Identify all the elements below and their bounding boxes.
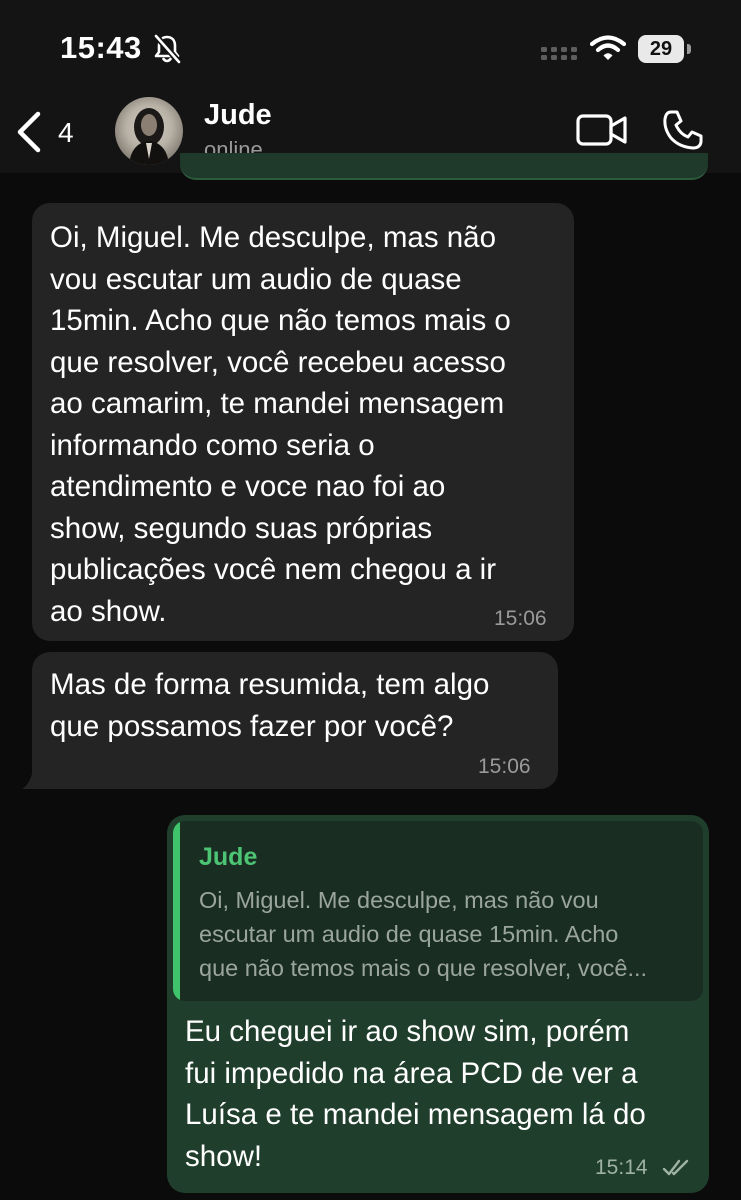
back-button[interactable]: 4 xyxy=(14,110,86,154)
battery-tip xyxy=(687,44,691,54)
message-text: Oi, Miguel. Me desculpe, mas não vou esc… xyxy=(50,221,511,628)
bell-slash-icon xyxy=(153,34,182,64)
avatar-photo xyxy=(129,108,169,165)
battery-level: 29 xyxy=(638,35,684,63)
quote-text: Oi, Miguel. Me desculpe, mas não vou esc… xyxy=(199,887,648,981)
message-time: 15:06 xyxy=(478,755,531,778)
message-text: Mas de forma resumida, tem algo que poss… xyxy=(50,668,490,743)
signal-icon xyxy=(541,47,577,60)
chat-area[interactable]: Oi, Miguel. Me desculpe, mas não vou esc… xyxy=(0,153,741,1200)
status-time: 15:43 xyxy=(60,30,142,65)
bubble-tail xyxy=(22,763,50,789)
avatar[interactable] xyxy=(115,97,183,165)
battery-icon: 29 xyxy=(638,35,692,63)
message-bubble-incoming[interactable]: Oi, Miguel. Me desculpe, mas não vou esc… xyxy=(32,203,574,641)
message-bubble-outgoing[interactable]: Jude Oi, Miguel. Me desculpe, mas não vo… xyxy=(167,815,709,1193)
unread-count: 4 xyxy=(58,117,74,148)
message-bubble-incoming[interactable]: Mas de forma resumida, tem algo que poss… xyxy=(32,652,558,789)
quote-author: Jude xyxy=(199,843,258,871)
quote-accent-bar xyxy=(173,821,180,1001)
phone-icon[interactable] xyxy=(662,109,704,151)
message-time: 15:14 xyxy=(595,1156,648,1179)
message-text: Eu cheguei ir ao show sim, porém fui imp… xyxy=(185,1015,646,1173)
status-bar: 15:43 29 xyxy=(0,0,741,95)
chevron-left-icon xyxy=(17,111,41,153)
wifi-icon xyxy=(590,35,626,60)
quoted-message[interactable]: Jude Oi, Miguel. Me desculpe, mas não vo… xyxy=(173,821,703,1001)
previous-message-edge xyxy=(180,153,708,180)
message-time: 15:06 xyxy=(494,607,547,630)
video-camera-icon[interactable] xyxy=(576,113,628,147)
contact-name[interactable]: Jude xyxy=(204,99,272,132)
double-check-icon xyxy=(662,1159,689,1176)
